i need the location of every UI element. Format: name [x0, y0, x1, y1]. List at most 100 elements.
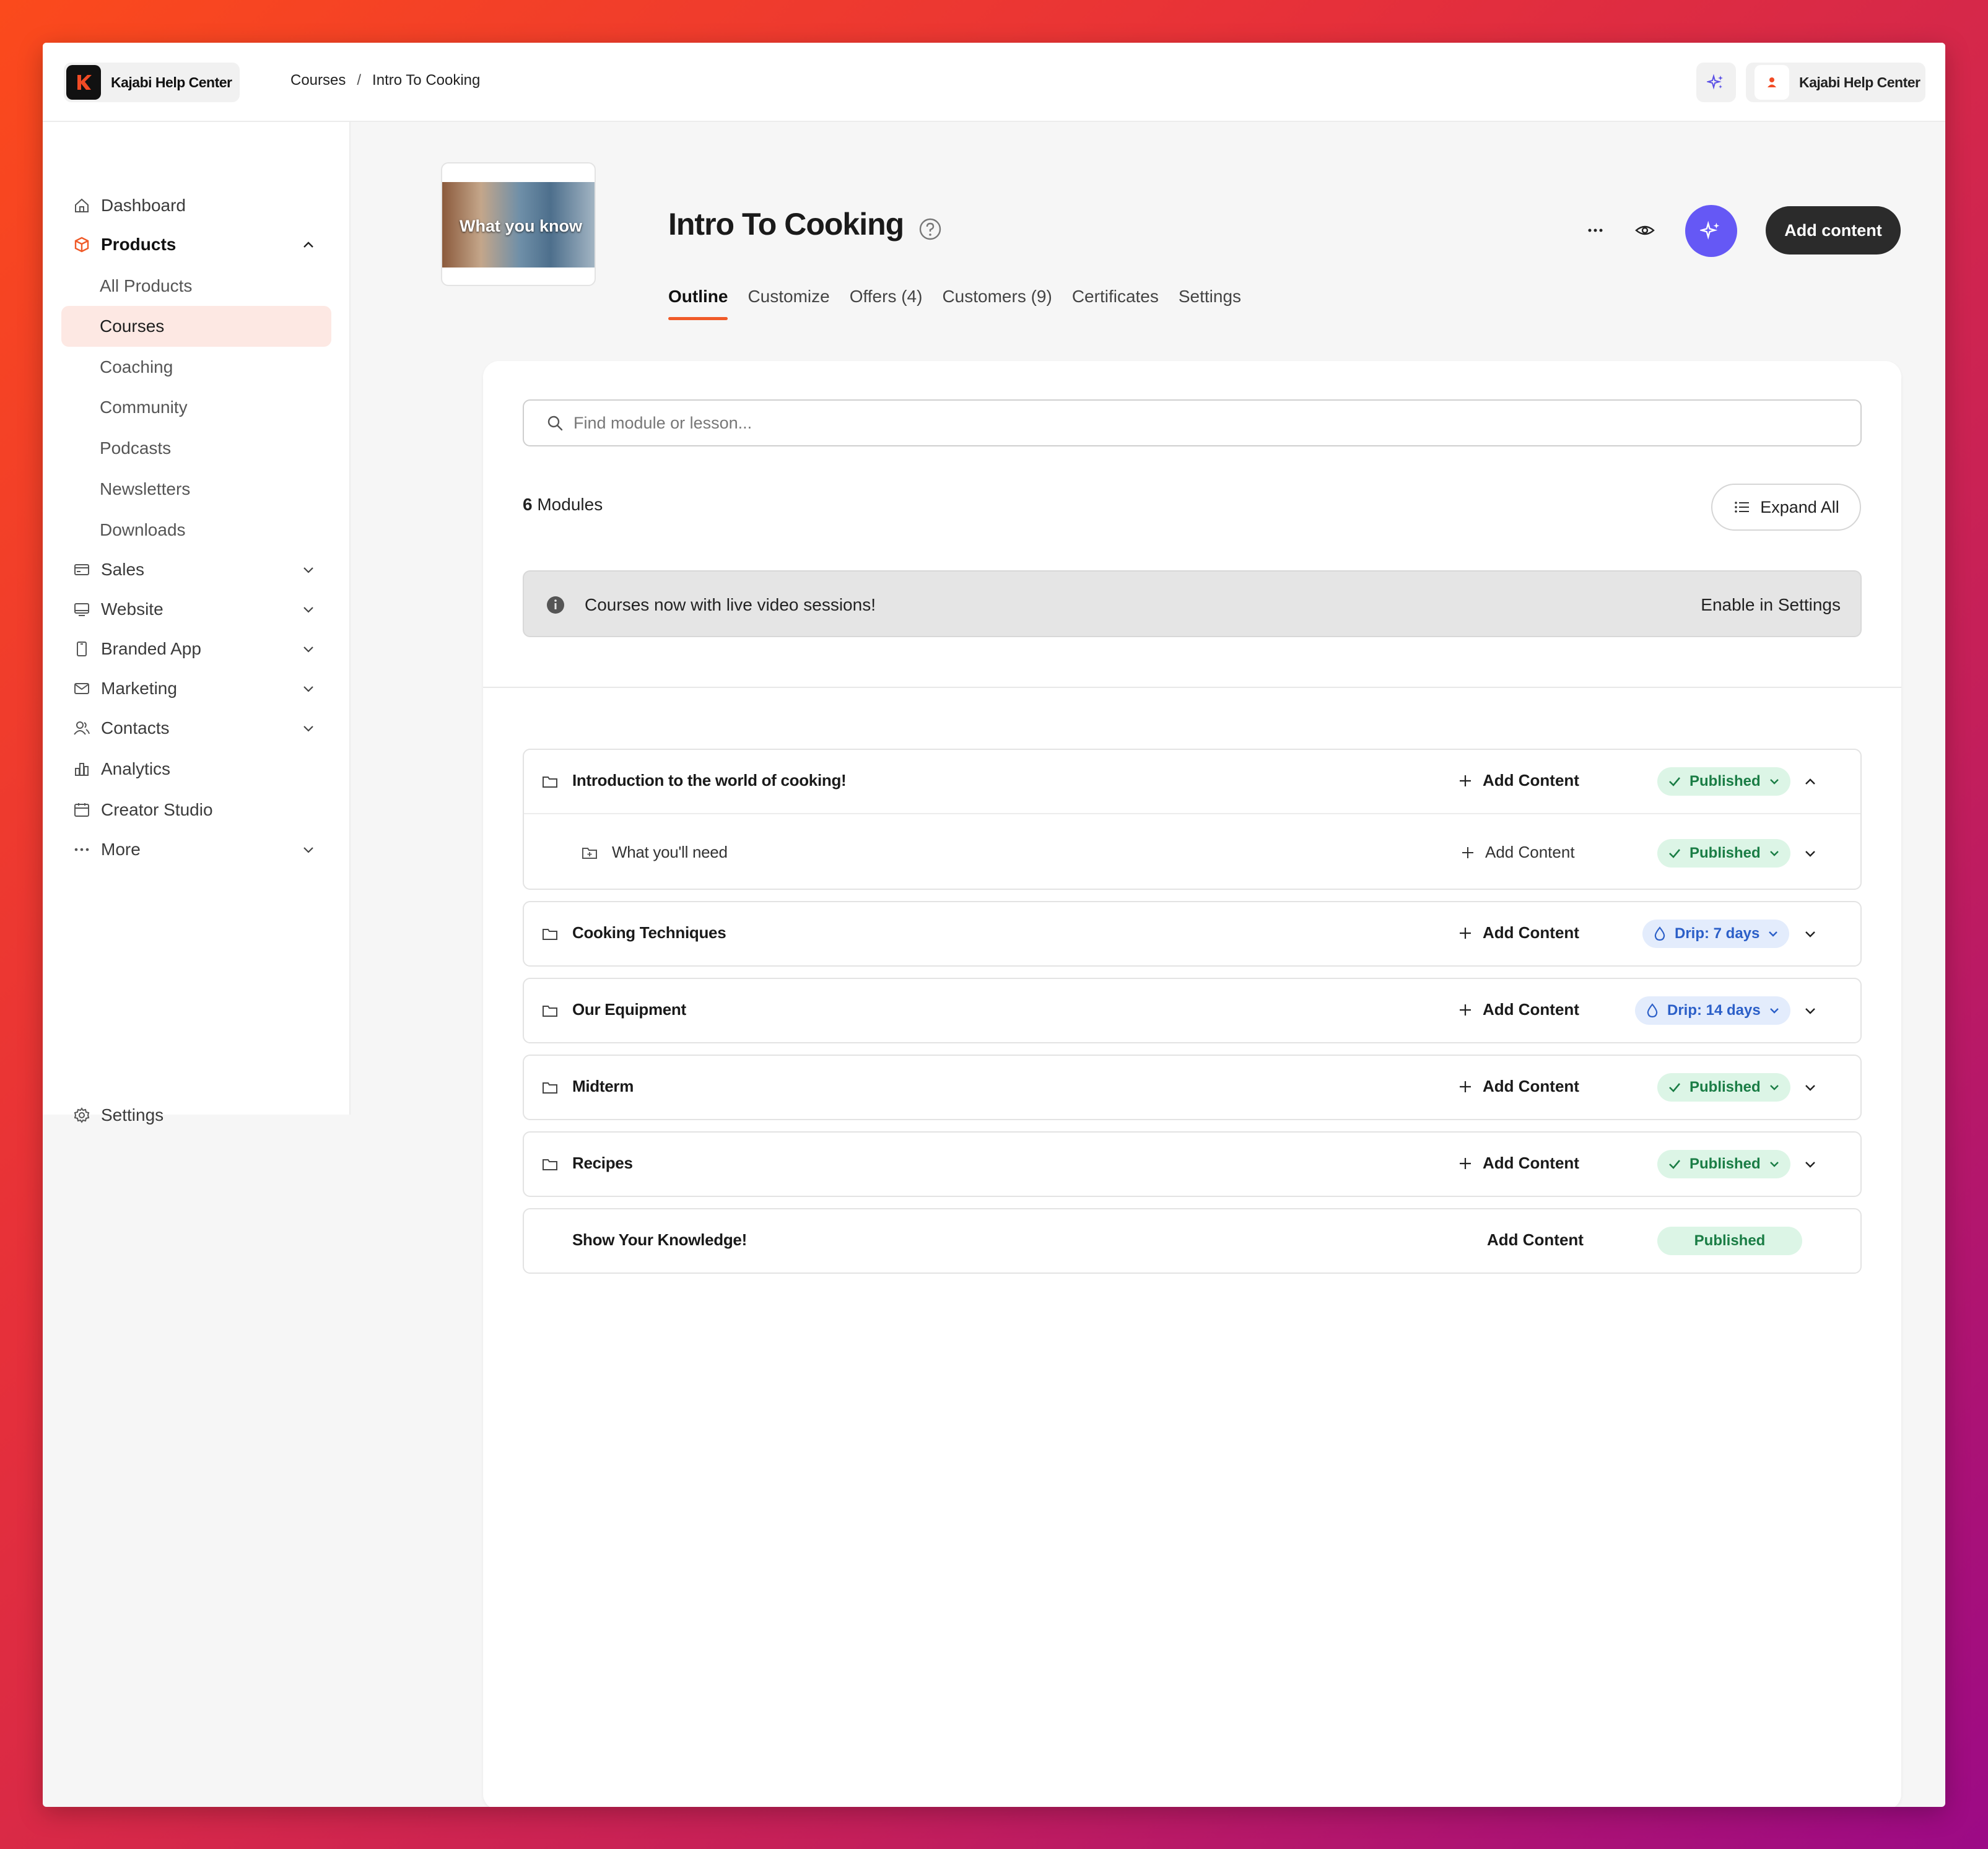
info-icon	[547, 596, 564, 614]
modules-count: 6 Modules	[523, 495, 603, 515]
sidebar-sub-community[interactable]: Community	[61, 387, 331, 428]
chevron-down-icon[interactable]	[299, 840, 318, 859]
status-badge[interactable]: Drip: 7 days	[1642, 920, 1790, 948]
sidebar-item-label: Products	[101, 235, 177, 254]
ai-assistant-button[interactable]	[1696, 63, 1736, 102]
add-content-button[interactable]: Add content	[1766, 206, 1901, 255]
add-content-link[interactable]: Add Content	[1460, 843, 1575, 862]
module-row[interactable]: Recipes Add Content Published	[524, 1133, 1860, 1196]
add-content-link[interactable]: Add Content	[1487, 1230, 1584, 1250]
module-name: Introduction to the world of cooking!	[572, 771, 847, 790]
module-row[interactable]: Midterm Add Content Published	[524, 1056, 1860, 1119]
module-card: Introduction to the world of cooking! Ad…	[523, 749, 1862, 890]
chevron-down-icon[interactable]	[299, 640, 318, 658]
calendar-icon	[71, 799, 92, 820]
status-badge[interactable]: Published	[1657, 839, 1790, 868]
chevron-down-icon[interactable]	[1801, 844, 1820, 863]
plus-icon	[1462, 846, 1473, 858]
sidebar-item-sales[interactable]: Sales	[61, 550, 331, 590]
sidebar-sub-courses[interactable]: Courses	[61, 306, 331, 347]
sidebar-sub-label: Podcasts	[100, 438, 172, 458]
module-row[interactable]: Cooking Techniques Add Content Drip: 7 d…	[524, 902, 1860, 965]
sidebar-sub-coaching[interactable]: Coaching	[61, 347, 331, 388]
tab-outline[interactable]: Outline	[668, 287, 728, 320]
sidebar-sub-newsletters[interactable]: Newsletters	[61, 469, 331, 510]
sidebar-sub-label: Community	[100, 398, 188, 417]
add-content-link[interactable]: Add Content	[1458, 1077, 1579, 1096]
add-content-label: Add Content	[1483, 1154, 1579, 1172]
module-row[interactable]: Introduction to the world of cooking! Ad…	[524, 750, 1860, 813]
sidebar-item-dashboard[interactable]: Dashboard	[61, 186, 331, 225]
tab-customize[interactable]: Customize	[748, 287, 829, 320]
module-name: Recipes	[572, 1154, 633, 1172]
tab-certificates[interactable]: Certificates	[1072, 287, 1159, 320]
tab-offers[interactable]: Offers (4)	[850, 287, 923, 320]
sidebar-item-branded-app[interactable]: Branded App	[61, 629, 331, 669]
sidebar-item-marketing[interactable]: Marketing	[61, 669, 331, 708]
gear-icon	[71, 1105, 92, 1126]
breadcrumb-courses[interactable]: Courses	[290, 72, 346, 89]
sidebar-item-label: Settings	[101, 1105, 164, 1125]
sidebar-item-products[interactable]: Products	[61, 225, 331, 264]
add-content-link[interactable]: Add Content	[1458, 771, 1579, 790]
status-badge[interactable]: Published	[1657, 1150, 1790, 1178]
enable-in-settings-link[interactable]: Enable in Settings	[1701, 595, 1841, 615]
add-content-link[interactable]: Add Content	[1458, 1154, 1579, 1173]
status-label: Published	[1689, 1079, 1761, 1095]
chevron-up-icon[interactable]	[1801, 772, 1820, 791]
sidebar-sub-podcasts[interactable]: Podcasts	[61, 428, 331, 469]
module-card: Our Equipment Add Content Drip: 14 days	[523, 978, 1862, 1043]
tab-settings[interactable]: Settings	[1179, 287, 1241, 320]
brand-switcher[interactable]: Kajabi Help Center	[64, 63, 240, 102]
status-label: Published	[1694, 1232, 1766, 1249]
droplet-icon	[1647, 1003, 1658, 1018]
chevron-down-icon[interactable]	[1801, 1078, 1820, 1097]
help-icon[interactable]	[918, 217, 942, 241]
sidebar-item-contacts[interactable]: Contacts	[61, 708, 331, 748]
account-menu[interactable]: Kajabi Help Center	[1752, 63, 1925, 102]
add-content-link[interactable]: Add Content	[1458, 923, 1579, 942]
breadcrumb-current: Intro To Cooking	[372, 72, 481, 89]
sidebar-item-more[interactable]: More	[61, 830, 331, 869]
module-name: Our Equipment	[572, 1000, 686, 1019]
preview-button[interactable]	[1629, 215, 1660, 246]
status-badge[interactable]: Published	[1657, 767, 1790, 796]
app-window: Kajabi Help Center Courses / Intro To Co…	[43, 43, 1945, 1807]
sidebar-sub-all-products[interactable]: All Products	[61, 266, 331, 307]
more-dots-icon	[1588, 228, 1603, 232]
chevron-down-icon[interactable]	[1801, 1001, 1820, 1020]
submodule-row[interactable]: What you'll need Add Content Published	[524, 814, 1860, 889]
sidebar-item-analytics[interactable]: Analytics	[61, 749, 331, 789]
sidebar-sub-label: Downloads	[100, 520, 186, 539]
add-content-label: Add Content	[1483, 771, 1579, 790]
ai-generate-button[interactable]	[1685, 205, 1737, 257]
chevron-down-icon[interactable]	[1801, 924, 1820, 943]
sidebar-sub-downloads[interactable]: Downloads	[61, 510, 331, 550]
status-badge[interactable]: Drip: 14 days	[1635, 996, 1790, 1025]
folder-icon	[543, 777, 557, 788]
course-thumbnail[interactable]: What you know	[441, 162, 596, 286]
sidebar-item-label: Marketing	[101, 679, 177, 698]
add-content-link[interactable]: Add Content	[1458, 1000, 1579, 1019]
sidebar-item-creator-studio[interactable]: Creator Studio	[61, 790, 331, 830]
module-row[interactable]: Our Equipment Add Content Drip: 14 days	[524, 979, 1860, 1042]
chevron-down-icon[interactable]	[1801, 1155, 1820, 1173]
module-name: Midterm	[572, 1077, 634, 1095]
status-badge[interactable]: Published	[1657, 1073, 1790, 1102]
module-card: Midterm Add Content Published	[523, 1055, 1862, 1120]
chevron-down-icon[interactable]	[299, 679, 318, 698]
expand-all-button[interactable]: Expand All	[1711, 484, 1861, 531]
search-box[interactable]	[523, 399, 1862, 446]
add-content-label: Add Content	[1485, 843, 1575, 861]
chevron-down-icon[interactable]	[299, 560, 318, 579]
search-input[interactable]	[573, 413, 1750, 433]
check-icon	[1669, 1083, 1680, 1092]
sidebar-item-website[interactable]: Website	[61, 590, 331, 629]
chevron-down-icon[interactable]	[299, 719, 318, 737]
chevron-down-icon[interactable]	[299, 600, 318, 619]
module-row[interactable]: Show Your Knowledge! Add Content Publish…	[524, 1209, 1860, 1273]
chevron-up-icon[interactable]	[299, 235, 318, 254]
tab-customers[interactable]: Customers (9)	[942, 287, 1052, 320]
more-options-button[interactable]	[1580, 215, 1611, 246]
sidebar-item-settings[interactable]: Settings	[61, 1095, 331, 1135]
